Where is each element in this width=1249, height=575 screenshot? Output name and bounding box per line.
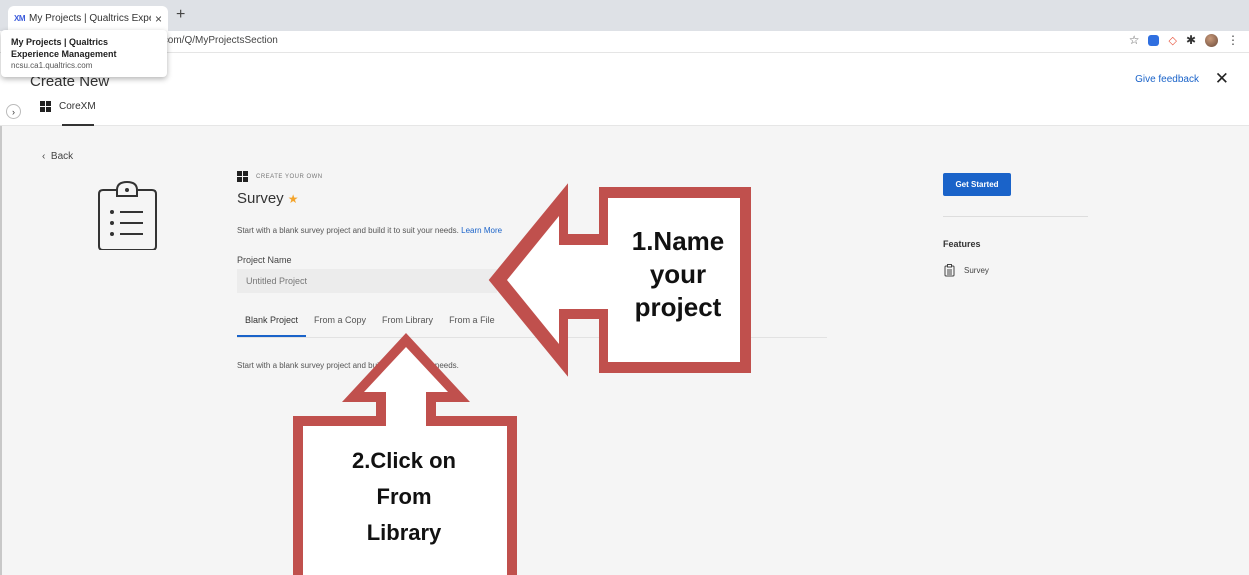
create-your-own-eyebrow: CREATE YOUR OWN <box>237 171 323 182</box>
feature-item: Survey <box>944 264 989 277</box>
app-header: Create New › CoreXM Give feedback ✕ <box>0 53 1249 126</box>
new-tab-button[interactable]: + <box>176 6 185 24</box>
active-tab-underline <box>62 124 94 126</box>
callout-step1-text: 1.Name your project <box>608 225 748 324</box>
feature-item-label: Survey <box>964 266 989 275</box>
features-heading: Features <box>943 239 981 249</box>
clipboard-survey-icon <box>98 180 157 250</box>
more-menu-icon[interactable]: ⋮ <box>1227 33 1239 47</box>
project-type-label: Survey <box>237 190 284 207</box>
tab-corexm[interactable]: CoreXM <box>40 101 96 112</box>
tab-close-icon[interactable]: × <box>155 12 162 26</box>
xm-grid-icon <box>237 171 248 182</box>
project-name-label: Project Name <box>237 255 292 265</box>
project-description: Start with a blank survey project and bu… <box>237 226 502 235</box>
callout-step1-line3: project <box>634 292 722 322</box>
callout-step1-line2: your <box>649 259 707 289</box>
address-bar[interactable]: .com/Q/MyProjectsSection <box>160 35 278 46</box>
qualtrics-favicon: XM <box>14 14 26 23</box>
tab-corexm-label: CoreXM <box>59 101 96 112</box>
project-type-title: Survey ★ <box>237 190 298 207</box>
star-icon: ★ <box>287 192 299 206</box>
close-icon[interactable]: ✕ <box>1215 69 1229 89</box>
browser-tabstrip: XM My Projects | Qualtrics Experie × + <box>0 0 1249 31</box>
back-label: Back <box>50 151 74 162</box>
browser-tab[interactable]: XM My Projects | Qualtrics Experie × <box>8 6 168 31</box>
sidebar-toggle-button[interactable]: › <box>6 104 21 119</box>
right-panel-divider <box>943 216 1088 217</box>
description-text: Start with a blank survey project and bu… <box>237 226 459 235</box>
callout-step2-line2: From <box>376 484 432 509</box>
puzzle-icon[interactable]: ✱ <box>1186 33 1196 47</box>
callout-step2-line1: 2.Click on <box>352 448 456 473</box>
tab-hover-tooltip: My Projects | Qualtrics Experience Manag… <box>1 30 167 77</box>
callout-step1-line1: 1.Name <box>631 226 725 256</box>
star-icon[interactable]: ☆ <box>1129 33 1140 47</box>
extension-icon[interactable]: ◇ <box>1168 34 1176 47</box>
clipboard-icon <box>944 264 955 277</box>
back-button[interactable]: ‹ Back <box>42 151 73 162</box>
browser-toolbar: .com/Q/MyProjectsSection ☆ ◇ ✱ ⋮ <box>0 31 1249 53</box>
project-name-input[interactable] <box>237 269 497 293</box>
corexm-icon <box>40 101 51 112</box>
tooltip-url: ncsu.ca1.qualtrics.com <box>11 61 93 70</box>
give-feedback-link[interactable]: Give feedback <box>1135 74 1199 85</box>
tab-title: My Projects | Qualtrics Experie <box>29 13 151 24</box>
profile-avatar[interactable] <box>1205 33 1218 47</box>
eyebrow-label: CREATE YOUR OWN <box>256 173 323 180</box>
callout-step2-text: 2.Click on From Library <box>303 443 505 551</box>
tooltip-title: My Projects | Qualtrics Experience Manag… <box>11 37 117 59</box>
toolbar-icons: ☆ ◇ ✱ ⋮ <box>1129 33 1239 47</box>
callout-step2-line3: Library <box>366 520 442 545</box>
get-started-button[interactable]: Get Started <box>943 173 1011 196</box>
chevron-left-icon: ‹ <box>42 151 46 162</box>
extension-icon[interactable] <box>1148 34 1160 46</box>
